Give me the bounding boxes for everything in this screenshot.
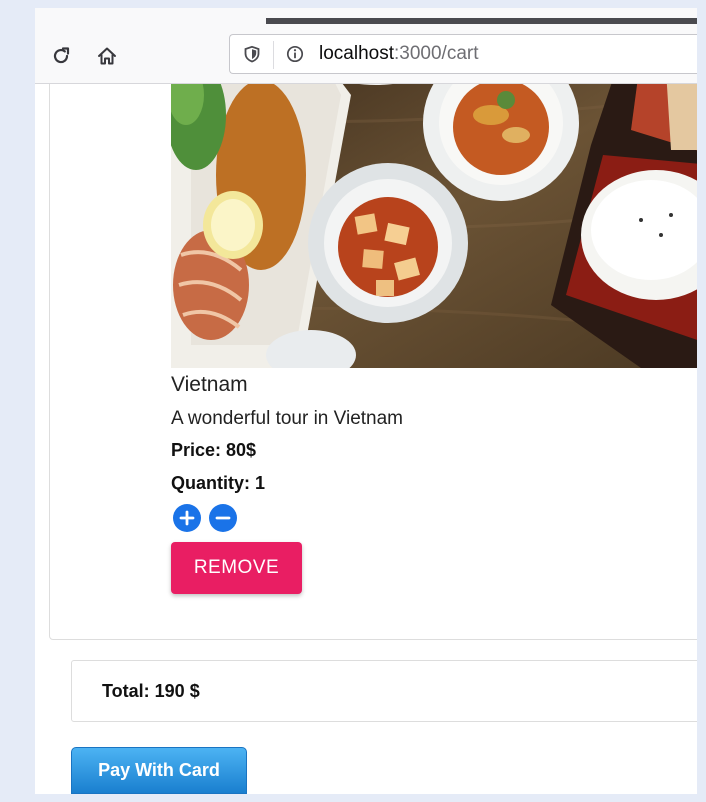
tour-image <box>171 84 697 368</box>
tour-quantity: Quantity: 1 <box>171 473 266 493</box>
shield-icon[interactable] <box>243 45 261 63</box>
pay-with-card-button[interactable]: Pay With Card <box>71 747 247 794</box>
browser-window: localhost:3000/cart Vietnam A wonderful … <box>35 8 697 794</box>
url-host: localhost <box>319 43 394 64</box>
cart-item-card: Vietnam A wonderful tour in Vietnam Pric… <box>49 84 697 640</box>
total-panel: Total: 190 $ <box>71 660 697 722</box>
plus-icon <box>179 510 195 526</box>
cart-total: Total: 190 $ <box>102 681 200 701</box>
tour-description: A wonderful tour in Vietnam <box>171 408 404 429</box>
url-path: :3000/cart <box>394 43 479 64</box>
decrease-quantity-button[interactable] <box>209 504 237 532</box>
food-photo <box>171 84 697 368</box>
cart-page: Vietnam A wonderful tour in Vietnam Pric… <box>35 84 697 794</box>
reload-button[interactable] <box>44 40 78 72</box>
remove-button[interactable]: REMOVE <box>171 542 302 594</box>
home-icon <box>98 47 116 65</box>
browser-toolbar: localhost:3000/cart <box>35 8 697 84</box>
tab-strip <box>266 18 697 24</box>
url-separator <box>273 41 274 69</box>
home-button[interactable] <box>90 40 124 72</box>
tour-price: Price: 80$ <box>171 440 257 460</box>
url-text[interactable]: localhost:3000/cart <box>319 43 479 65</box>
info-icon[interactable] <box>286 45 304 63</box>
reload-icon <box>53 47 70 64</box>
tour-name: Vietnam <box>171 373 248 396</box>
increase-quantity-button[interactable] <box>173 504 201 532</box>
minus-icon <box>215 516 231 520</box>
url-bar[interactable]: localhost:3000/cart <box>229 34 697 74</box>
